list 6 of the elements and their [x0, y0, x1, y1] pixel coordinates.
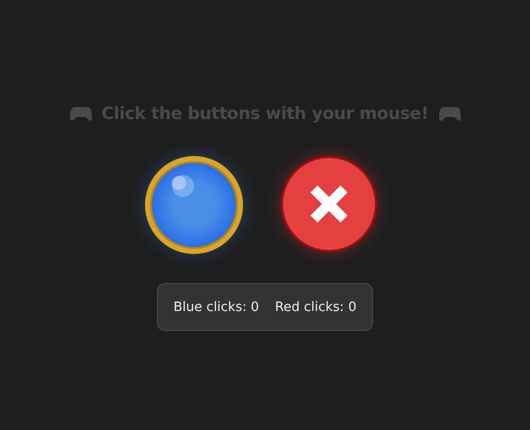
gamepad-icon [70, 106, 92, 122]
close-button[interactable] [280, 155, 378, 253]
click-counter: Red clicks: 0 [275, 300, 356, 314]
round-button[interactable] [144, 155, 244, 255]
gamepad-icon [438, 106, 460, 122]
click-counter: Blue clicks: 0 [174, 300, 260, 314]
